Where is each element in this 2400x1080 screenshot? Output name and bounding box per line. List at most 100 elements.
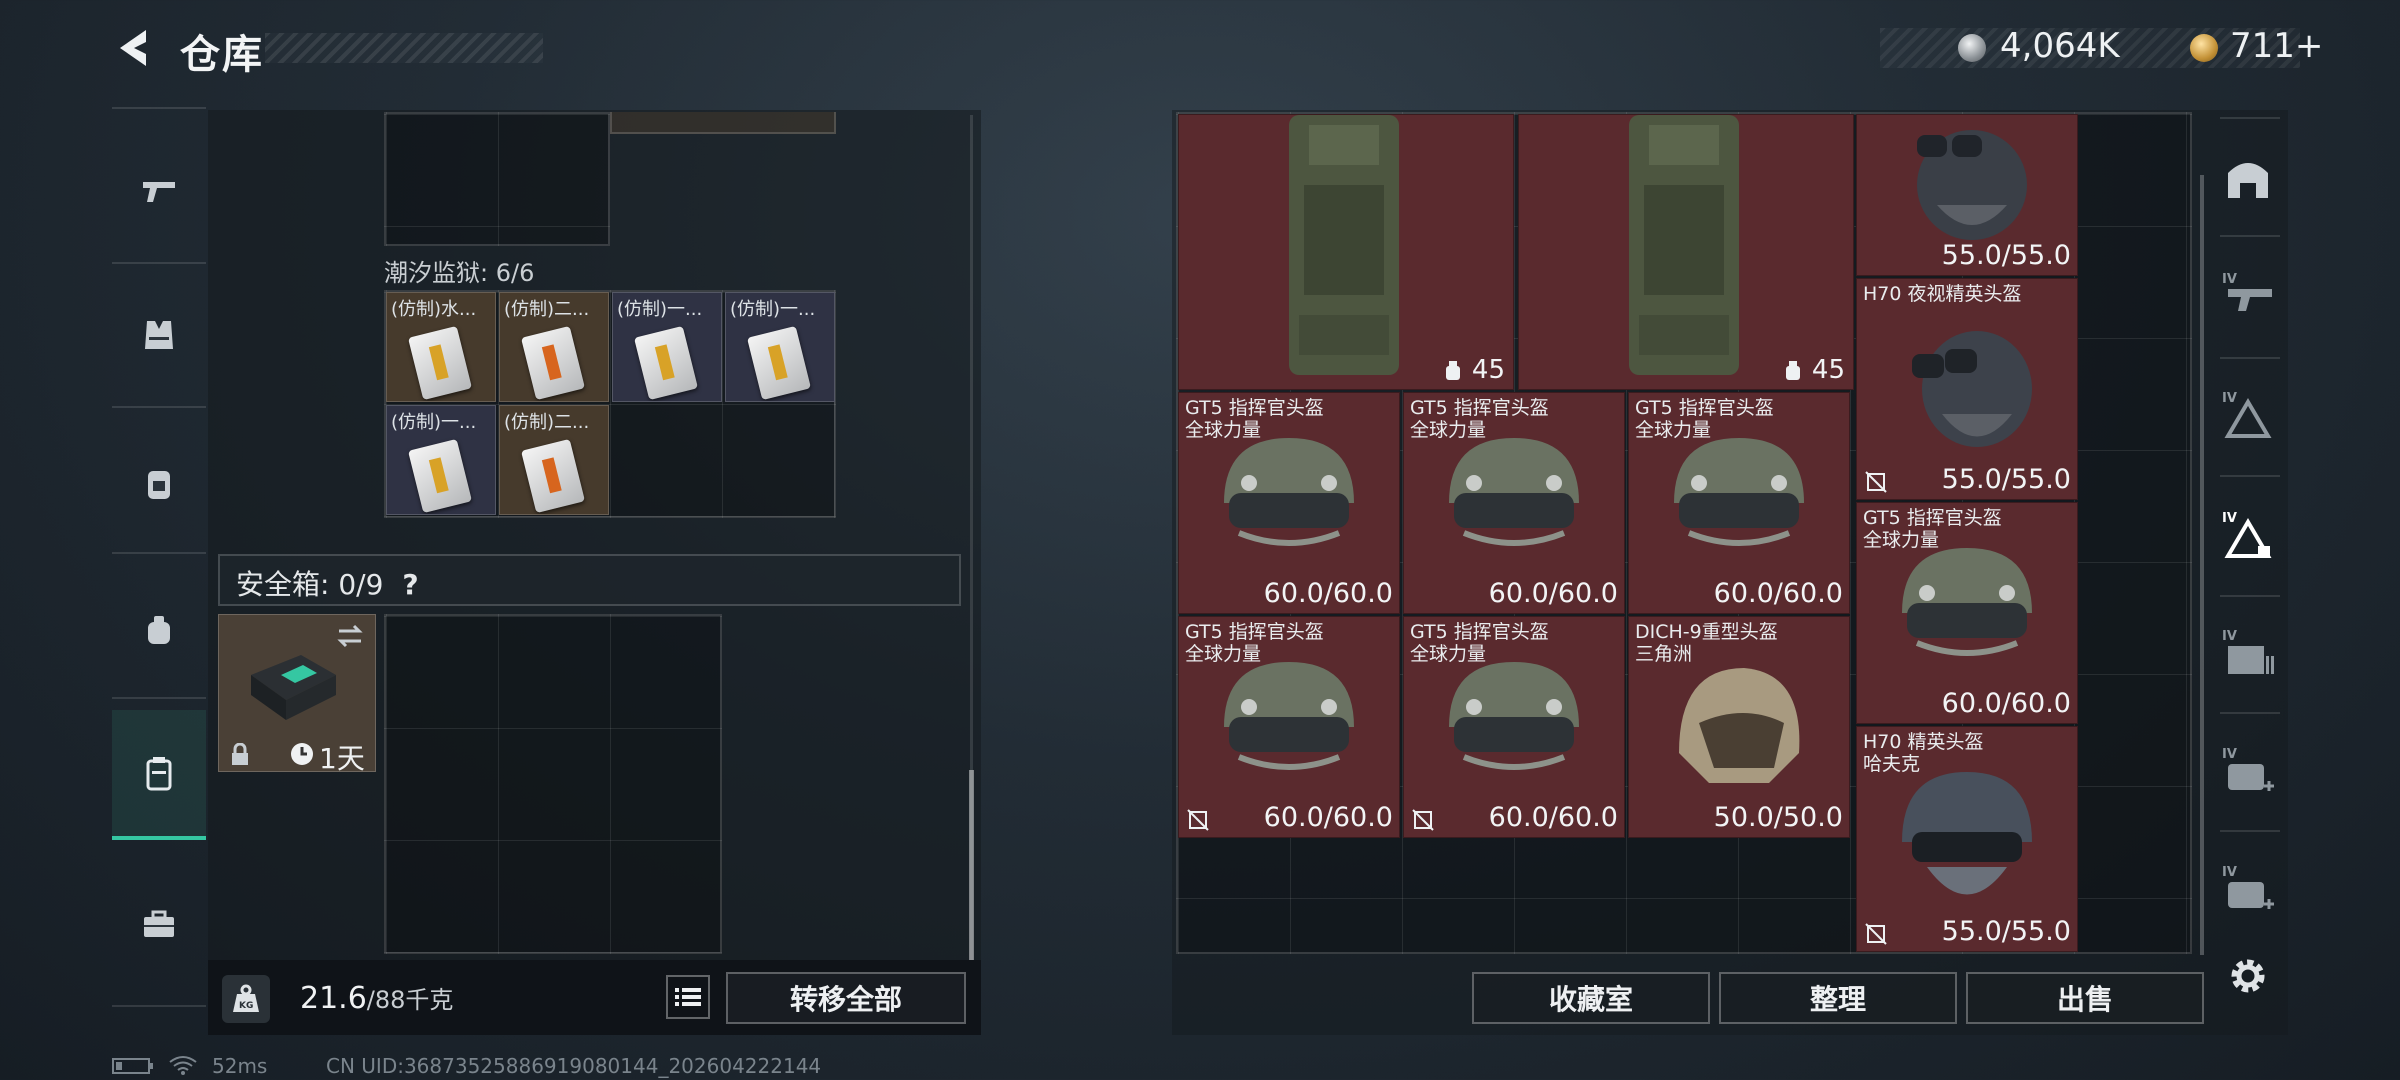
clock-icon [291, 743, 313, 765]
commander-helmet-image [1224, 662, 1354, 770]
uid-text: CN UID:3687352588691908014​4_20260422214… [326, 1054, 822, 1078]
settings-button[interactable] [2208, 922, 2288, 1030]
durability: 50.0/50.0 [1713, 802, 1843, 833]
svg-text:IV: IV [2222, 629, 2237, 644]
safe-timer: 1天 [319, 742, 365, 775]
weight-current: 21.6 [300, 981, 367, 1016]
weight-kg-icon: KG [233, 984, 259, 1012]
battery-icon [112, 1058, 153, 1074]
back-arrow-icon [120, 30, 146, 66]
nav-item-safe-case[interactable] [112, 710, 206, 840]
helmet-item[interactable]: GT5 指挥官头盔 全球力量 60.0/60.0 [1628, 392, 1850, 614]
sell-button[interactable]: 出售 [1966, 972, 2204, 1024]
item-name: (仿制)水... [391, 299, 477, 320]
tier4-helmet-icon: IV [2222, 511, 2272, 558]
helmet-item[interactable]: GT5 指挥官头盔 全球力量 60.0/60.0 [1856, 502, 2078, 724]
helmet-item[interactable]: DICH-9重型头盔 三角洲 50.0/50.0 [1628, 616, 1850, 838]
nav-item-pouch[interactable] [112, 565, 206, 695]
helmet-item[interactable]: H70 夜视精英头盔 55.0/55.0 [1856, 278, 2078, 500]
tier4-ammo-icon: IV [2222, 629, 2274, 674]
swap-icon[interactable] [335, 623, 365, 649]
helmet-item[interactable]: GT5 指挥官头盔 全球力量 60.0/60.0 [1178, 616, 1400, 838]
collection-room-button[interactable]: 收藏室 [1472, 972, 1710, 1024]
list-view-button[interactable] [666, 975, 710, 1019]
nav-divider [112, 107, 206, 109]
tier4-armor-icon: IV [2222, 391, 2272, 438]
silver-coin-amount[interactable]: 4,064K [2000, 26, 2120, 66]
durability: 60.0/60.0 [1263, 802, 1393, 833]
item-name: (仿制)一... [391, 412, 477, 433]
list-icon [675, 988, 701, 1006]
armory-icon [2228, 163, 2268, 198]
right-nav-tier4-medkit[interactable]: IV [2208, 718, 2288, 826]
nav-item-weapons[interactable] [112, 125, 206, 255]
right-nav-armory[interactable] [2208, 124, 2288, 232]
nav-divider [112, 1005, 206, 1007]
upper-container-edge [610, 112, 836, 134]
keycard-item[interactable]: (仿制)二... [499, 292, 609, 402]
right-nav-tier4-helmets[interactable]: IV [2208, 482, 2288, 590]
tier4-medkit-plus-icon: IV [2222, 865, 2274, 909]
weight-display: 21.6/88千克 [300, 980, 453, 1016]
tier4-medkit-icon: IV [2222, 747, 2274, 791]
item-name: GT5 指挥官头盔 [1635, 397, 1774, 419]
safe-box-label: 安全箱: 0/9 ? [236, 568, 419, 601]
nav-item-vest[interactable] [112, 270, 206, 400]
vest-image [1289, 115, 1399, 375]
gold-coin-icon [2190, 34, 2218, 62]
elite-helmet-image [1902, 772, 2032, 895]
commander-helmet-image [1224, 438, 1354, 546]
sort-button[interactable]: 整理 [1719, 972, 1957, 1024]
transfer-all-button[interactable]: 转移全部 [726, 972, 966, 1024]
nav-item-briefcase[interactable] [112, 860, 206, 990]
gold-coin-amount[interactable]: 711+ [2230, 26, 2323, 66]
item-name: (仿制)二... [504, 299, 590, 320]
commander-helmet-image [1674, 438, 1804, 546]
back-button[interactable] [112, 24, 160, 72]
helmet-item[interactable]: GT5 指挥官头盔 全球力量 60.0/60.0 [1178, 392, 1400, 614]
helmet-item[interactable]: GT5 指挥官头盔 全球力量 60.0/60.0 [1403, 392, 1625, 614]
keycard-item[interactable]: (仿制)二... [499, 405, 609, 515]
helmet-item[interactable]: H70 精英头盔 哈夫克 55.0/55.0 [1856, 726, 2078, 952]
weight-icon-wrap: KG [222, 975, 270, 1023]
right-nav-tier4-weapons[interactable]: IV [2208, 240, 2288, 348]
title-decoration [265, 33, 543, 63]
nav-item-backpack[interactable] [112, 418, 206, 548]
keycard-item[interactable]: (仿制)一... [612, 292, 722, 402]
help-icon[interactable]: ? [402, 568, 418, 601]
nav-divider [112, 262, 206, 264]
weight-max: /88千克 [366, 986, 454, 1014]
keycard-icon [408, 325, 472, 401]
commander-helmet-image [1902, 548, 2032, 656]
safe-case-item[interactable]: 1天 [218, 614, 376, 775]
helmet-item[interactable]: GT5 指挥官头盔 全球力量 60.0/60.0 [1403, 616, 1625, 838]
keycard-item[interactable]: (仿制)水... [386, 292, 496, 402]
durability: 60.0/60.0 [1941, 688, 2071, 719]
nav-divider [2220, 830, 2280, 832]
keycard-icon [408, 438, 472, 514]
no-sell-icon [1865, 923, 1887, 945]
safe-box-grid[interactable] [384, 614, 722, 954]
stash-scrollbar[interactable] [2200, 175, 2204, 955]
right-nav-tier4-ammo[interactable]: IV [2208, 600, 2288, 708]
keycard-item[interactable]: (仿制)一... [386, 405, 496, 515]
lock-icon [232, 743, 248, 765]
nav-divider [112, 406, 206, 408]
tactical-vest-item[interactable]: 45 [1178, 114, 1514, 390]
status-icons [112, 1054, 198, 1078]
keycard-item[interactable]: (仿制)一... [725, 292, 835, 402]
briefcase-icon [144, 910, 174, 937]
nav-divider [112, 552, 206, 554]
no-sell-icon [1412, 809, 1434, 831]
right-nav-tier4-armor[interactable]: IV [2208, 362, 2288, 470]
item-name: (仿制)一... [730, 299, 816, 320]
helmet-item[interactable]: 55.0/55.0 [1856, 114, 2078, 276]
nav-divider [2220, 235, 2280, 237]
keycard-icon [521, 325, 585, 401]
tactical-vest-item[interactable]: 45 [1518, 114, 1854, 390]
safe-case-image [251, 655, 336, 720]
item-name: GT5 指挥官头盔 [1185, 397, 1324, 419]
commander-helmet-image [1449, 662, 1579, 770]
upper-container-grid[interactable] [384, 112, 610, 246]
container-scrollbar-thumb[interactable] [969, 770, 974, 960]
